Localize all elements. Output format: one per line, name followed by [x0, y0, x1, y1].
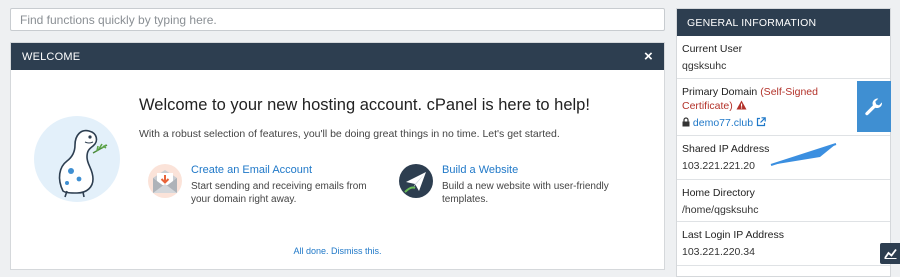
paper-plane-icon — [399, 164, 433, 198]
lock-icon — [682, 117, 690, 127]
home-directory-row: Home Directory /home/qgsksuhc — [677, 180, 890, 222]
primary-domain-label: Primary Domain — [682, 86, 758, 98]
feature-create-email: Create an Email Account Start sending an… — [148, 164, 386, 206]
welcome-panel: WELCOME × Welcome to your new hosting ac… — [10, 42, 665, 270]
email-envelope-icon — [148, 164, 182, 198]
build-website-description: Build a new website with user-friendly t… — [442, 181, 609, 205]
dinosaur-mascot-icon — [34, 116, 120, 202]
search-input[interactable] — [10, 8, 665, 31]
wrench-icon[interactable] — [857, 81, 891, 132]
close-icon[interactable]: × — [644, 49, 653, 64]
dismiss-link[interactable]: All done. Dismiss this. — [11, 246, 664, 256]
primary-domain-value: demo77.club — [682, 116, 884, 130]
last-login-ip-row: Last Login IP Address 103.221.220.34 — [677, 222, 890, 266]
last-login-ip-label: Last Login IP Address — [682, 229, 784, 241]
current-user-label: Current User — [682, 43, 743, 55]
create-email-link[interactable]: Create an Email Account — [191, 164, 386, 176]
general-information-header: GENERAL INFORMATION — [677, 9, 890, 36]
welcome-subtitle: With a robust selection of features, you… — [139, 128, 560, 140]
primary-domain-link[interactable]: demo77.club — [693, 117, 753, 129]
annotation-arrow — [770, 143, 837, 166]
current-user-value: qgsksuhc — [682, 60, 727, 72]
external-link-icon[interactable] — [756, 117, 766, 127]
create-email-description: Start sending and receiving emails from … — [191, 181, 367, 205]
welcome-header: WELCOME × — [11, 43, 664, 70]
build-website-link[interactable]: Build a Website — [442, 164, 637, 176]
welcome-title: Welcome to your new hosting account. cPa… — [139, 96, 590, 114]
warning-icon — [736, 100, 747, 110]
last-login-ip-value: 103.221.220.34 — [682, 246, 755, 258]
statistics-chart-icon[interactable] — [880, 243, 900, 264]
primary-domain-label-wrap: Primary Domain (Self-Signed Certificate) — [682, 85, 852, 113]
feature-build-website: Build a Website Build a new website with… — [399, 164, 637, 206]
home-directory-label: Home Directory — [682, 187, 755, 199]
home-directory-value: /home/qgsksuhc — [682, 204, 759, 216]
current-user-row: Current User qgsksuhc — [677, 36, 890, 79]
welcome-header-title: WELCOME — [22, 50, 81, 63]
